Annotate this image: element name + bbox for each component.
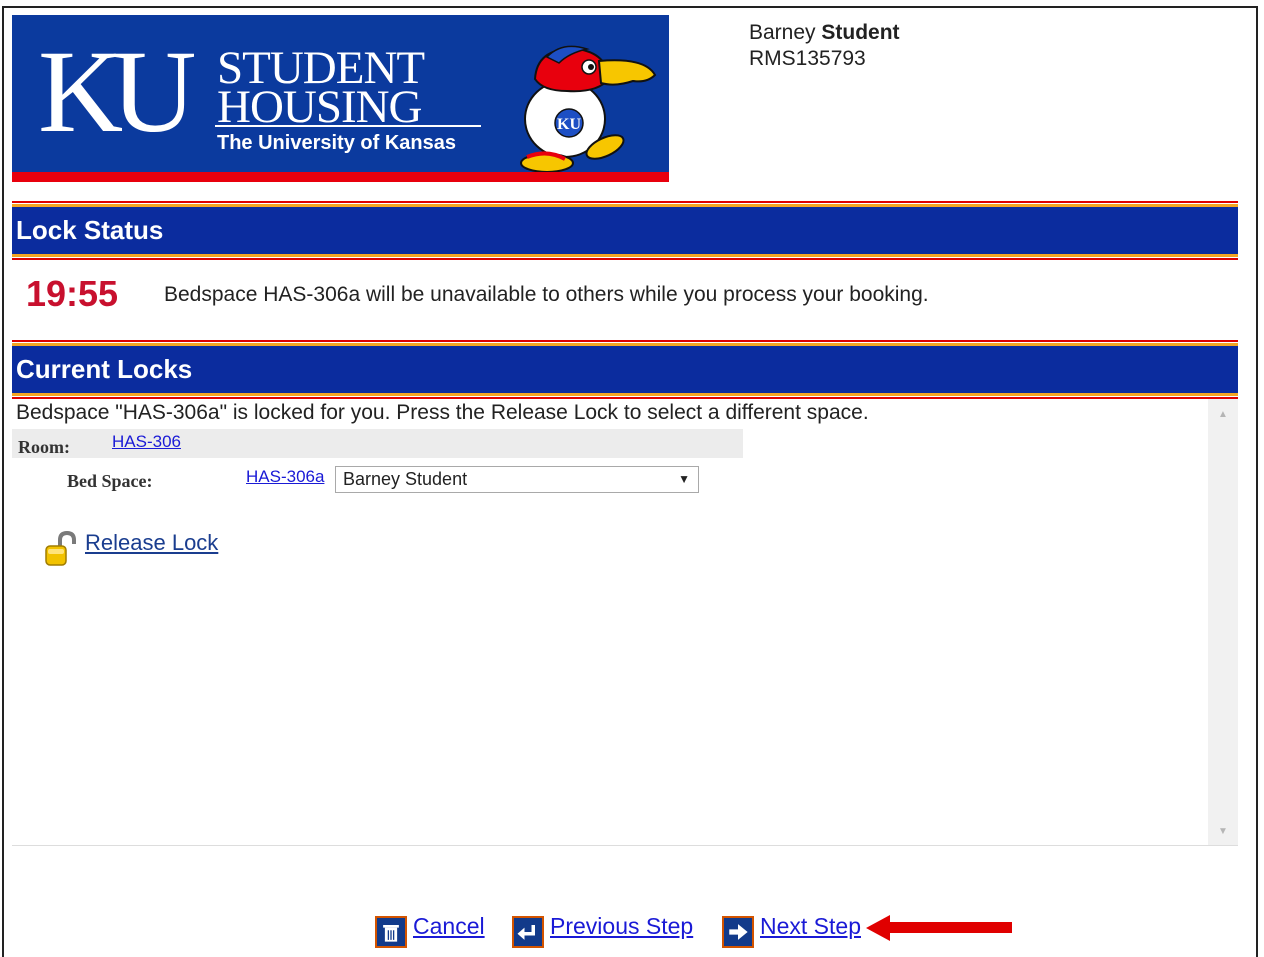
bed-space-link[interactable]: HAS-306a xyxy=(246,467,324,487)
back-arrow-icon xyxy=(512,916,544,948)
banner-red-bar xyxy=(12,172,669,182)
banner-title-line2: HOUSING xyxy=(217,81,422,133)
lock-status-message: Bedspace HAS-306a will be unavailable to… xyxy=(164,283,929,306)
current-locks-panel: Bedspace "HAS-306a" is locked for you. P… xyxy=(12,399,1238,846)
previous-step-button[interactable]: Previous Step xyxy=(512,912,702,948)
room-link[interactable]: HAS-306 xyxy=(112,432,181,452)
banner-rule xyxy=(215,125,481,127)
user-id: RMS135793 xyxy=(749,47,866,70)
current-locks-heading: Current Locks xyxy=(12,340,1238,399)
user-last-name: Student xyxy=(821,21,900,44)
lock-timer: 19:55 xyxy=(26,273,119,314)
current-locks-message: Bedspace "HAS-306a" is locked for you. P… xyxy=(16,401,869,424)
mascot-badge-text: KU xyxy=(557,116,581,133)
bed-occupant-select[interactable]: Barney Student ▼ xyxy=(335,466,699,493)
cancel-button[interactable]: Cancel xyxy=(375,912,490,948)
dropdown-arrow-icon: ▼ xyxy=(678,472,690,486)
room-label: Room: xyxy=(18,437,70,457)
scroll-up-icon[interactable]: ▲ xyxy=(1208,409,1238,420)
trash-icon xyxy=(375,916,407,948)
next-step-button[interactable]: Next Step xyxy=(722,912,867,948)
release-lock-label: Release Lock xyxy=(85,530,219,555)
user-name: Barney Student xyxy=(749,20,900,46)
padlock-open-icon xyxy=(45,531,76,566)
forward-arrow-icon xyxy=(722,916,754,948)
next-step-label: Next Step xyxy=(760,913,861,939)
jayhawk-mascot-icon: KU xyxy=(520,45,657,173)
ku-student-housing-banner: KU STUDENT HOUSING The University of Kan… xyxy=(12,15,669,182)
scrollbar[interactable]: ▲ ▼ xyxy=(1208,399,1238,845)
room-row: Room: HAS-306 xyxy=(12,429,743,458)
step-navigation: Cancel Previous Step Next Step xyxy=(0,912,1264,952)
scroll-down-icon[interactable]: ▼ xyxy=(1208,826,1238,837)
bed-space-label: Bed Space: xyxy=(67,471,153,491)
previous-step-label: Previous Step xyxy=(550,913,694,939)
bed-occupant-selected: Barney Student xyxy=(343,469,468,489)
user-info: Barney Student RMS135793 xyxy=(749,20,900,72)
cancel-label: Cancel xyxy=(413,913,485,939)
red-arrow-icon xyxy=(866,915,1012,941)
ku-logo: KU xyxy=(38,26,196,157)
banner-university: The University of Kansas xyxy=(217,132,456,154)
lock-status-heading: Lock Status xyxy=(12,201,1238,260)
user-first-name: Barney xyxy=(749,21,816,44)
